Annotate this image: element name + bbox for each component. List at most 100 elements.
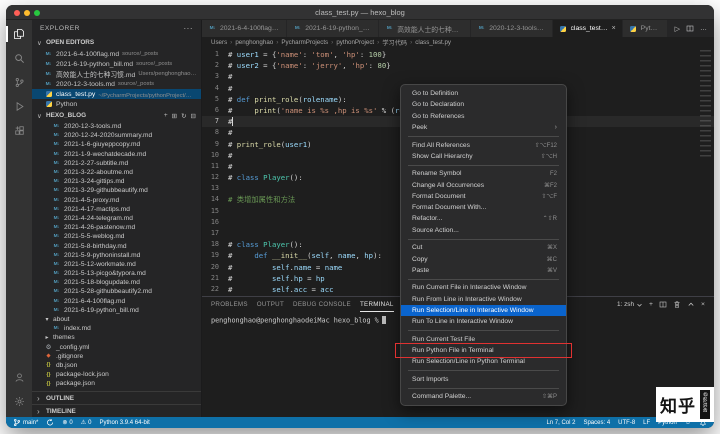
tree-item-2021-3-24-gittips-md[interactable]: 2021-3-24-gittips.md bbox=[32, 177, 201, 186]
breadcrumb-pycharmprojects[interactable]: PycharmProjects bbox=[281, 39, 328, 46]
menu-item-run-to-line-in-interactive-window[interactable]: Run To Line in Interactive Window bbox=[401, 316, 566, 327]
menu-item-go-to-definition[interactable]: Go to Definition bbox=[401, 88, 566, 99]
tab-2021-6-19-python-bill-md[interactable]: 2021-6-19-python_bill.md bbox=[287, 20, 379, 37]
menu-item-copy[interactable]: Copy⌘C bbox=[401, 253, 566, 264]
menu-item-refactor[interactable]: Refactor...⌃⇧R bbox=[401, 213, 566, 224]
breadcrumb-penghonghao[interactable]: penghonghao bbox=[235, 39, 273, 46]
more-actions-icon[interactable]: … bbox=[700, 25, 707, 32]
trash-icon[interactable] bbox=[673, 300, 681, 309]
tree-item-2021-2-27-subtitle-md[interactable]: 2021-2-27-subtitle.md bbox=[32, 159, 201, 168]
status-spaces-4[interactable]: Spaces: 4 bbox=[583, 420, 610, 426]
tab-class-test-py[interactable]: class_test.py bbox=[553, 20, 623, 37]
open-editor-2021-6-4-100flag-md[interactable]: 2021-6-4-100flag.mdsource/_posts bbox=[32, 49, 201, 59]
tree-item-2021-5-9-pythoninstall-md[interactable]: 2021-5-9-pythoninstall.md bbox=[32, 251, 201, 260]
status-python-3-9-4-64-bit[interactable]: Python 3.9.4 64-bit bbox=[99, 420, 149, 426]
tree-item-2021-1-6-giuyeppcopy-md[interactable]: 2021-1-6-giuyeppcopy.md bbox=[32, 140, 201, 149]
tree-item-gitignore[interactable]: .gitignore bbox=[32, 352, 201, 361]
more-actions-icon[interactable]: ··· bbox=[184, 24, 194, 33]
tree-item-2021-3-22-aboutme-md[interactable]: 2021-3-22-aboutme.md bbox=[32, 168, 201, 177]
tree-item-index-md[interactable]: index.md bbox=[32, 324, 201, 333]
minimap[interactable] bbox=[700, 50, 711, 158]
open-editors-header[interactable]: OPEN EDITORS bbox=[32, 36, 201, 49]
menu-item-sort-imports[interactable]: Sort Imports bbox=[401, 374, 566, 385]
tree-item-2020-12-24-2020summary-md[interactable]: 2020-12-24-2020summary.md bbox=[32, 131, 201, 140]
menu-item-command-palette[interactable]: Command Palette...⇧⌘P bbox=[401, 391, 566, 402]
activity-source-control[interactable] bbox=[6, 71, 32, 93]
menu-item-source-action[interactable]: Source Action... bbox=[401, 225, 566, 236]
tab-md[interactable]: 高效能人士的七种习惯.md bbox=[379, 20, 471, 37]
menu-item-show-call-hierarchy[interactable]: Show Call Hierarchy⇧⌥H bbox=[401, 151, 566, 162]
tree-item-2021-1-9-wechatdecade-md[interactable]: 2021-1-9-wechatdecade.md bbox=[32, 150, 201, 159]
activity-extensions[interactable] bbox=[6, 119, 32, 141]
tree-item-2021-3-29-githubbeautify-md[interactable]: 2021-3-29-githubbeautify.md bbox=[32, 186, 201, 195]
tree-item-2021-6-4-100flag-md[interactable]: 2021-6-4-100flag.md bbox=[32, 297, 201, 306]
code-line[interactable]: 3# bbox=[202, 71, 714, 82]
terminal-shell-selector[interactable]: 1: zsh bbox=[617, 301, 643, 309]
menu-item-run-current-file-in-interactive-window[interactable]: Run Current File in Interactive Window bbox=[401, 282, 566, 293]
zoom-window-button[interactable] bbox=[34, 10, 40, 16]
timeline-header[interactable]: TIMELINE bbox=[32, 404, 201, 417]
panel-tab-problems[interactable]: PROBLEMS bbox=[211, 297, 248, 312]
tree-item-2021-5-8-birthday-md[interactable]: 2021-5-8-birthday.md bbox=[32, 241, 201, 250]
panel-tab-debug-console[interactable]: DEBUG CONSOLE bbox=[293, 297, 351, 312]
tree-item-db-json[interactable]: db.json bbox=[32, 361, 201, 370]
menu-item-run-current-test-file[interactable]: Run Current Test File bbox=[401, 334, 566, 345]
status-lf[interactable]: LF bbox=[643, 420, 650, 426]
activity-search[interactable] bbox=[6, 47, 32, 69]
activity-run-debug[interactable] bbox=[6, 95, 32, 117]
close-icon[interactable] bbox=[612, 25, 616, 32]
breadcrumb-class-test-py[interactable]: class_test.py bbox=[415, 39, 451, 46]
tree-folder-about[interactable]: ▾about bbox=[32, 315, 201, 324]
tab-python[interactable]: Python bbox=[623, 20, 668, 37]
open-editor-md[interactable]: 高效能人士的七种习惯.mdUsers/penghonghao/OneDrive bbox=[32, 69, 201, 79]
tree-item-2021-5-12-workmate-md[interactable]: 2021-5-12-workmate.md bbox=[32, 260, 201, 269]
status-sync[interactable] bbox=[46, 418, 54, 427]
tree-item-2021-5-18-blogupdate-md[interactable]: 2021-5-18-blogupdate.md bbox=[32, 278, 201, 287]
tab-2020-12-3-tools-md[interactable]: 2020-12-3-tools.md bbox=[471, 20, 552, 37]
status-utf-8[interactable]: UTF-8 bbox=[618, 420, 635, 426]
menu-item-change-all-occurrences[interactable]: Change All Occurrences⌘F2 bbox=[401, 179, 566, 190]
panel-tab-terminal[interactable]: TERMINAL bbox=[360, 297, 394, 312]
tab-2021-6-4-100flag-md[interactable]: 2021-6-4-100flag.md bbox=[202, 20, 287, 37]
menu-item-go-to-declaration[interactable]: Go to Declaration bbox=[401, 99, 566, 110]
menu-item-cut[interactable]: Cut⌘X bbox=[401, 242, 566, 253]
menu-item-run-selection-line-in-python-terminal[interactable]: Run Selection/Line in Python Terminal bbox=[401, 356, 566, 367]
tree-item-config-yml[interactable]: _config.yml bbox=[32, 343, 201, 352]
open-editor-python[interactable]: Python bbox=[32, 99, 201, 109]
menu-item-run-python-file-in-terminal[interactable]: Run Python File in Terminal bbox=[401, 345, 566, 356]
breadcrumb-users[interactable]: Users bbox=[211, 39, 227, 46]
tree-item-2021-5-13-picgo-typora-md[interactable]: 2021-5-13-picgo&typora.md bbox=[32, 269, 201, 278]
plus-icon[interactable]: + bbox=[649, 301, 653, 308]
breadcrumb-pythonproject[interactable]: pythonProject bbox=[336, 39, 374, 46]
menu-item-paste[interactable]: Paste⌘V bbox=[401, 265, 566, 276]
project-header[interactable]: HEXO_BLOG +⊞↻⊟ bbox=[32, 109, 201, 122]
close-window-button[interactable] bbox=[14, 10, 20, 16]
new-folder-icon[interactable]: ⊞ bbox=[172, 112, 177, 120]
status-0[interactable]: ⚠0 bbox=[81, 419, 92, 426]
menu-item-go-to-references[interactable]: Go to References bbox=[401, 111, 566, 122]
menu-item-format-document-with[interactable]: Format Document With... bbox=[401, 202, 566, 213]
menu-item-find-all-references[interactable]: Find All References⇧⌥F12 bbox=[401, 139, 566, 150]
menu-item-rename-symbol[interactable]: Rename SymbolF2 bbox=[401, 168, 566, 179]
tree-item-2021-4-17-mactips-md[interactable]: 2021-4-17-mactips.md bbox=[32, 205, 201, 214]
code-line[interactable]: 1# user1 = {'name': 'tom', 'hp': 100} bbox=[202, 49, 714, 60]
collapse-icon[interactable]: ⊟ bbox=[191, 112, 196, 120]
menu-item-format-document[interactable]: Format Document⇧⌥F bbox=[401, 191, 566, 202]
activity-settings[interactable] bbox=[6, 390, 32, 412]
minimize-window-button[interactable] bbox=[24, 10, 30, 16]
status-main[interactable]: main* bbox=[13, 418, 38, 427]
tree-item-2020-12-3-tools-md[interactable]: 2020-12-3-tools.md bbox=[32, 122, 201, 131]
open-editor-2020-12-3-tools-md[interactable]: 2020-12-3-tools.mdsource/_posts bbox=[32, 79, 201, 89]
panel-tab-output[interactable]: OUTPUT bbox=[257, 297, 284, 312]
refresh-icon[interactable]: ↻ bbox=[181, 112, 186, 120]
menu-item-run-from-line-in-interactive-window[interactable]: Run From Line in Interactive Window bbox=[401, 294, 566, 305]
split-editor-icon[interactable] bbox=[686, 24, 694, 33]
open-editor-2021-6-19-python-bill-md[interactable]: 2021-6-19-python_bill.mdsource/_posts bbox=[32, 59, 201, 69]
split-icon[interactable] bbox=[659, 300, 667, 309]
menu-item-run-selection-line-in-interactive-window[interactable]: Run Selection/Line in Interactive Window bbox=[401, 305, 566, 316]
tree-folder-themes[interactable]: ▸themes bbox=[32, 333, 201, 342]
tree-item-2021-6-19-python-bill-md[interactable]: 2021-6-19-python_bill.md bbox=[32, 306, 201, 315]
status-0[interactable]: ⊗0 bbox=[62, 419, 72, 426]
code-line[interactable]: 2# user2 = {'name': 'jerry', 'hp': 80} bbox=[202, 60, 714, 71]
tree-item-2021-5-5-weblog-md[interactable]: 2021-5-5-weblog.md bbox=[32, 232, 201, 241]
